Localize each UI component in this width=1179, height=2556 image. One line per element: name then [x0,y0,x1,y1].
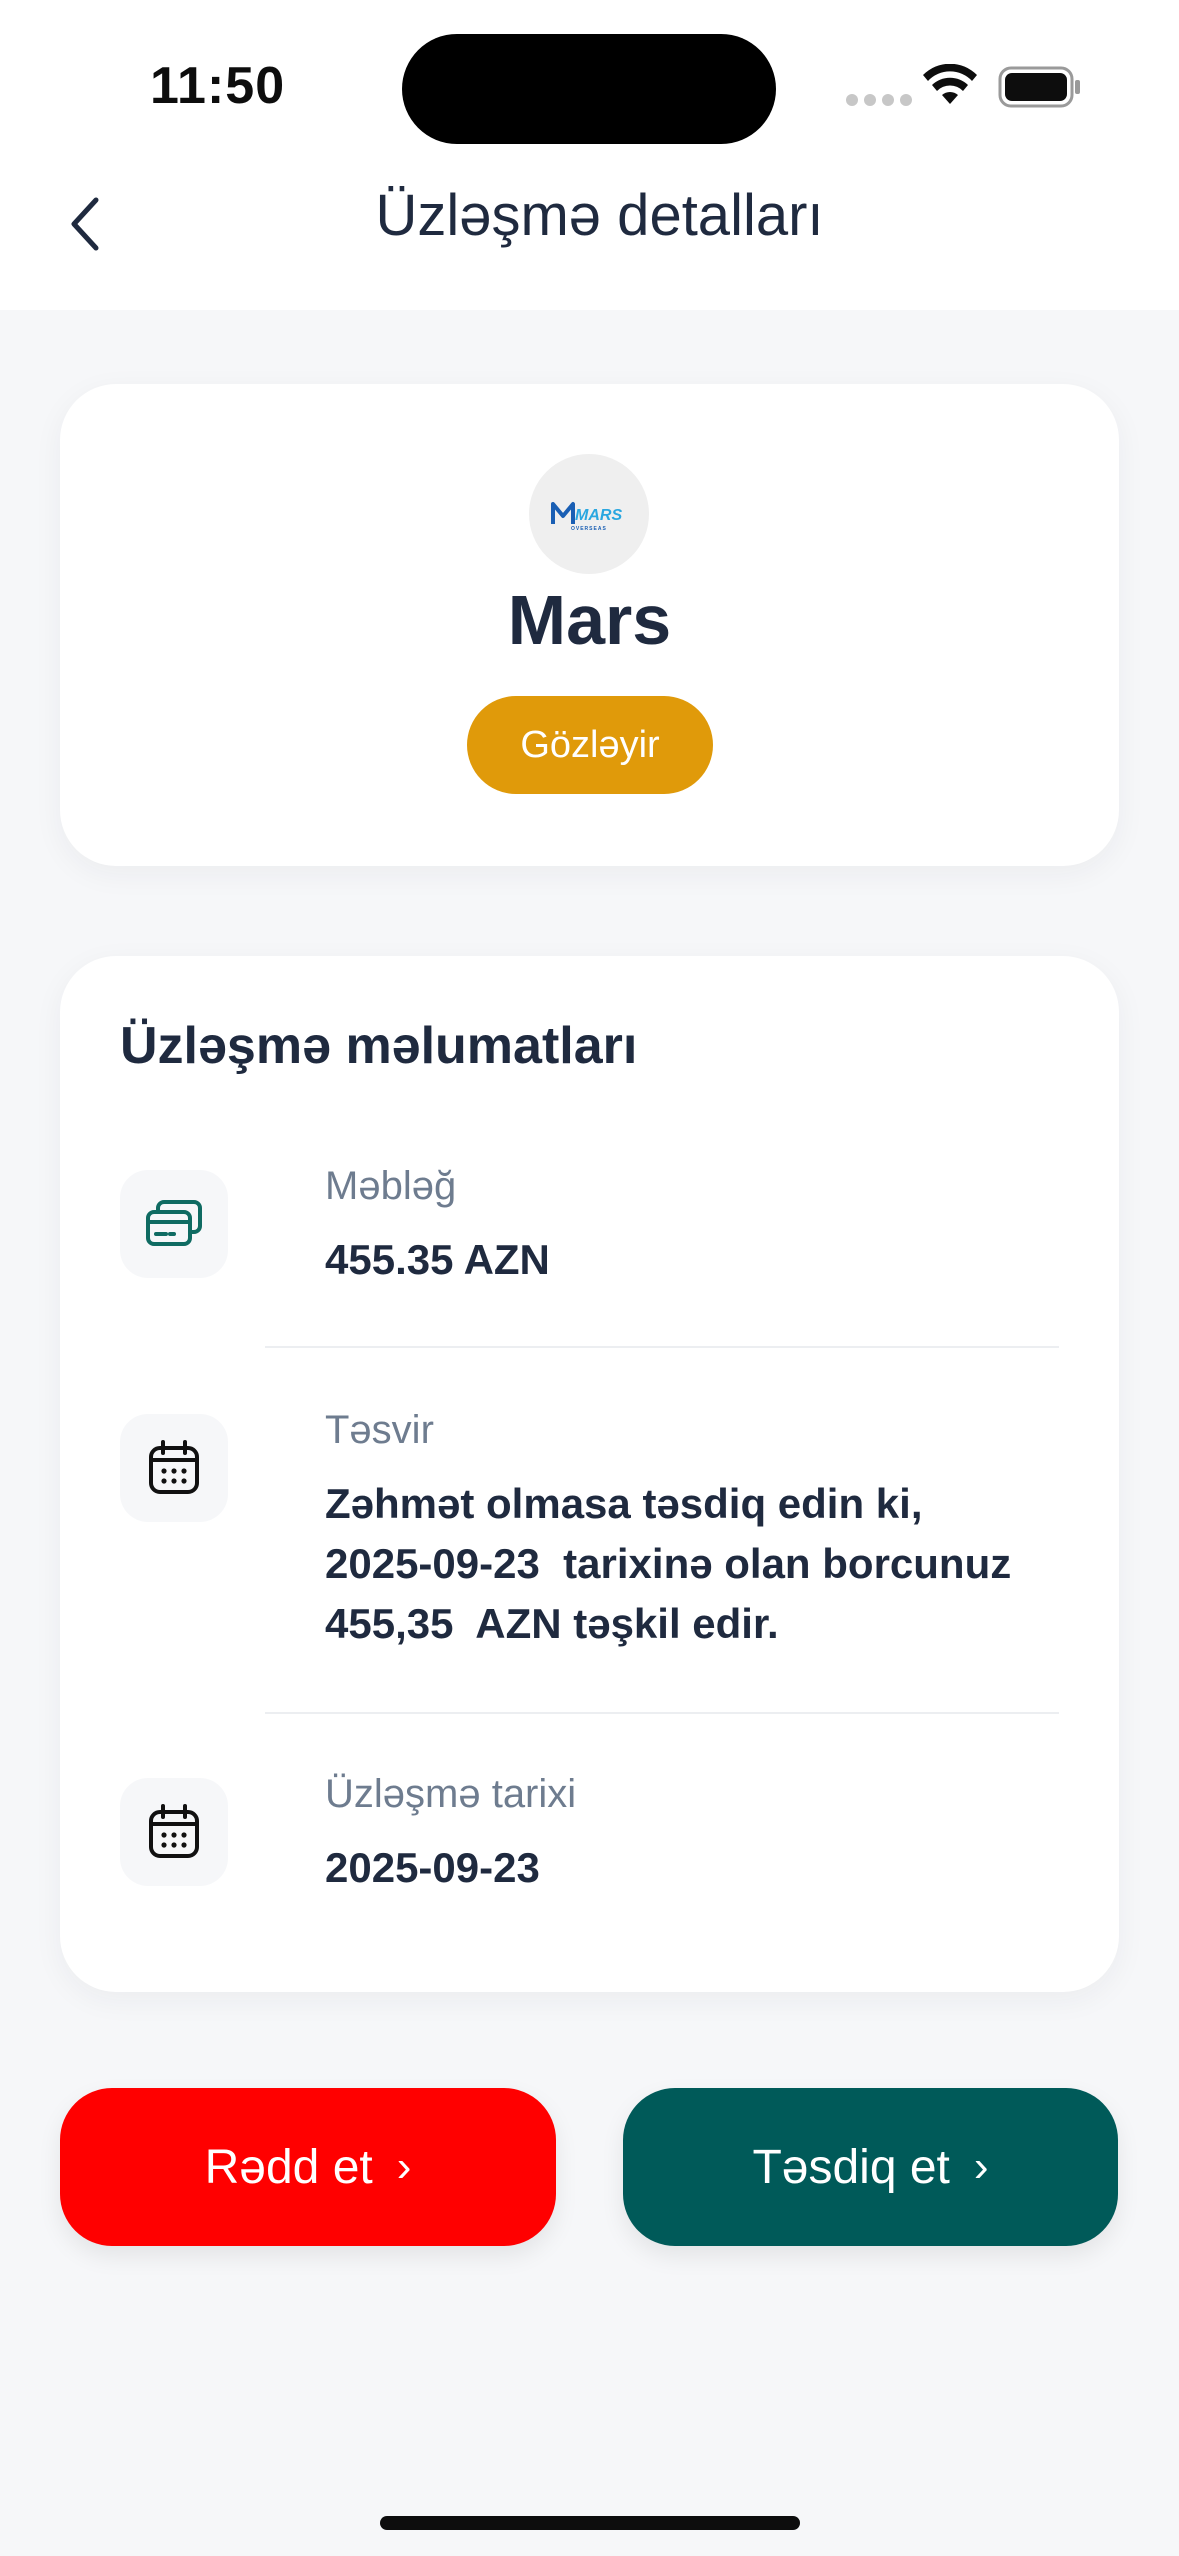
section-title: Üzləşmə məlumatları [120,1017,638,1075]
date-value: 2025-09-23 [325,1844,540,1891]
chevron-right-icon: › [973,2142,989,2191]
divider [265,1712,1059,1714]
description-value: Zəhmət olmasa təsdiq edin ki, 2025-09-23… [325,1480,1012,1647]
chevron-right-icon: › [396,2142,412,2191]
date-icon-box [120,1778,228,1886]
home-indicator [380,2516,800,2530]
company-card: MARS OVERSEAS Mars Gözləyir [60,384,1119,866]
reject-button[interactable]: Rədd et › [60,2088,556,2246]
status-time: 11:50 [150,57,286,115]
svg-text:OVERSEAS: OVERSEAS [571,526,607,532]
company-logo: MARS OVERSEAS [529,454,649,574]
dynamic-island [402,34,776,144]
wifi-icon [923,64,977,104]
amount-row: Məbləğ 455.35 AZN [120,1164,1119,1290]
battery-icon [998,66,1080,108]
status-bar: 11:50 [0,0,1179,160]
status-badge: Gözləyir [467,696,713,794]
amount-icon-box [120,1170,228,1278]
details-card: Üzləşmə məlumatları Məbləğ 455.35 AZN Tə… [60,956,1119,1992]
company-name: Mars [507,581,672,659]
amount-label: Məbləğ [325,1164,457,1208]
divider [265,1346,1059,1348]
date-row: Üzləşmə tarixi 2025-09-23 [120,1772,1119,1898]
page-title: Üzləşmə detalları [375,183,824,248]
calendar-icon [149,1804,199,1858]
nav-header: Üzləşmə detalları [0,160,1179,310]
cellular-signal-icon [846,94,912,106]
amount-value: 455.35 AZN [325,1236,550,1283]
date-label: Üzləşmə tarixi [325,1772,577,1816]
description-label: Təsvir [325,1408,434,1452]
reject-button-label: Rədd et [204,2140,373,2194]
cards-icon [146,1200,202,1246]
calendar-icon [149,1440,199,1494]
confirm-button[interactable]: Təsdiq et › [623,2088,1118,2246]
description-icon-box [120,1414,228,1522]
svg-text:MARS: MARS [575,507,622,524]
confirm-button-label: Təsdiq et [752,2140,950,2194]
mars-logo-icon: MARS OVERSEAS [551,502,622,532]
description-row: Təsvir Zəhmət olmasa təsdiq edin ki, 202… [120,1408,1119,1654]
